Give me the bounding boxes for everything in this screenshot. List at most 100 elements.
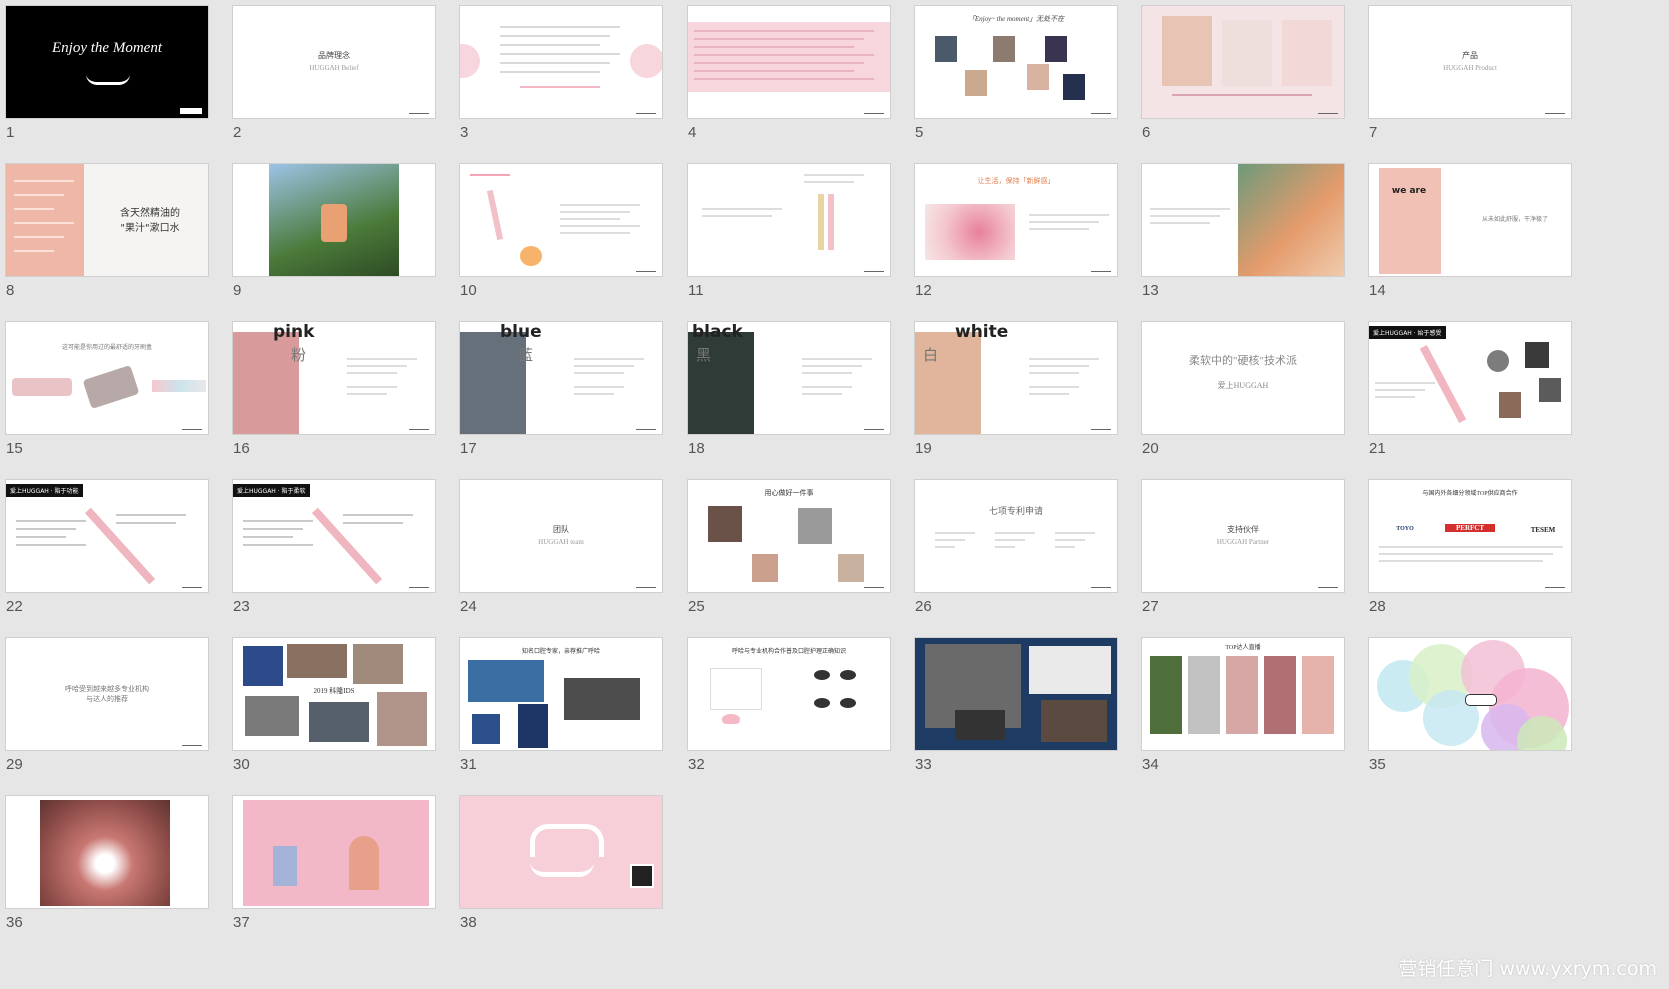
slide-preview[interactable] xyxy=(1368,637,1572,751)
slide-preview[interactable] xyxy=(232,795,436,909)
text-line xyxy=(500,35,610,37)
color-cn: 粉 xyxy=(291,346,307,364)
slide-preview[interactable]: 让生活，保持「新鲜感」 xyxy=(914,163,1118,277)
slide-preview[interactable] xyxy=(232,163,436,277)
slide-preview[interactable]: we are 从未如此舒服，干净极了 xyxy=(1368,163,1572,277)
slide-number: 6 xyxy=(1142,124,1151,141)
text-line xyxy=(804,181,854,183)
slide-preview[interactable]: blue 蓝 xyxy=(459,321,663,435)
text-line xyxy=(347,393,387,395)
text-line xyxy=(1055,532,1095,534)
slide-preview[interactable]: 知名口腔专家，亲荐推广呼哈 xyxy=(459,637,663,751)
slide-thumbnail-32[interactable]: 呼哈与专业机构合作普及口腔护理正确知识 32 xyxy=(682,632,892,792)
slide-preview[interactable]: TOP达人直播 xyxy=(1141,637,1345,751)
slide-thumbnail-15[interactable]: 这可能是你用过的最舒适的牙刷盒 15 xyxy=(0,316,210,476)
slide-title: 这可能是你用过的最舒适的牙刷盒 xyxy=(61,345,152,351)
slide-preview[interactable]: 爱上HUGGAH · 陷于功能 xyxy=(5,479,209,593)
slide-preview[interactable]: 支持伙伴 HUGGAH Partner xyxy=(1141,479,1345,593)
slide-preview[interactable]: 这可能是你用过的最舒适的牙刷盒 xyxy=(5,321,209,435)
slide-thumbnail-1[interactable]: Enjoy the Moment 1 xyxy=(0,0,210,160)
slide-thumbnail-20[interactable]: 柔软中的"硬核"技术派 爱上HUGGAH 20 xyxy=(1136,316,1346,476)
slide-preview[interactable] xyxy=(459,163,663,277)
slide-thumbnail-30[interactable]: 2019 科隆IDS 30 xyxy=(227,632,437,792)
slide-thumbnail-37[interactable]: 37 xyxy=(227,790,437,950)
slide-preview[interactable]: 爱上HUGGAH · 始于感受 xyxy=(1368,321,1572,435)
slide-thumbnail-6[interactable]: 6 xyxy=(1136,0,1346,160)
slide-thumbnail-10[interactable]: 10 xyxy=(454,158,664,318)
koelnmesse-photo xyxy=(245,696,299,736)
slide-thumbnail-25[interactable]: 用心做好一件事 25 xyxy=(682,474,892,634)
slide-thumbnail-27[interactable]: 支持伙伴 HUGGAH Partner 27 xyxy=(1136,474,1346,634)
slide-preview[interactable]: 团队 HUGGAH team xyxy=(459,479,663,593)
text-line xyxy=(702,208,782,210)
slide-preview[interactable]: 含天然精油的 "果汁"漱口水 xyxy=(5,163,209,277)
slide-preview[interactable]: 呼哈受到越来越多专业机构 与达人的推荐 xyxy=(5,637,209,751)
slide-preview[interactable]: 品牌理念 HUGGAH Belief xyxy=(232,5,436,119)
kol-photo-4 xyxy=(1302,656,1334,734)
slide-preview[interactable]: Enjoy the Moment xyxy=(5,5,209,119)
slide-thumbnail-2[interactable]: 品牌理念 HUGGAH Belief 2 xyxy=(227,0,437,160)
text-line xyxy=(243,520,313,522)
slide-preview[interactable]: black 黑 xyxy=(687,321,891,435)
slide-thumbnail-17[interactable]: blue 蓝 17 xyxy=(454,316,664,476)
section-title: 团队 xyxy=(553,525,569,534)
slide-thumbnail-29[interactable]: 呼哈受到越来越多专业机构 与达人的推荐 29 xyxy=(0,632,210,792)
slide-thumbnail-24[interactable]: 团队 HUGGAH team 24 xyxy=(454,474,664,634)
slide-preview[interactable] xyxy=(459,795,663,909)
text-line xyxy=(1055,539,1085,541)
text-line xyxy=(1375,389,1425,391)
photo-0 xyxy=(935,36,957,62)
slide-thumbnail-26[interactable]: 七项专利申请 26 xyxy=(909,474,1119,634)
slide-preview[interactable] xyxy=(687,5,891,119)
slide-thumbnail-18[interactable]: black 黑 18 xyxy=(682,316,892,476)
slide-thumbnail-3[interactable]: 3 xyxy=(454,0,664,160)
slide-preview[interactable]: 呼哈与专业机构合作普及口腔护理正确知识 xyxy=(687,637,891,751)
slide-thumbnail-9[interactable]: 9 xyxy=(227,158,437,318)
text-line xyxy=(1375,396,1415,398)
slide-preview[interactable] xyxy=(914,637,1118,751)
slide-preview[interactable]: white 白 xyxy=(914,321,1118,435)
slide-thumbnail-22[interactable]: 爱上HUGGAH · 陷于功能 22 xyxy=(0,474,210,634)
slide-preview[interactable] xyxy=(1141,5,1345,119)
slide-preview[interactable]: 「Enjoy~ the moment」无处不在 xyxy=(914,5,1118,119)
slide-thumbnail-21[interactable]: 爱上HUGGAH · 始于感受 21 xyxy=(1363,316,1573,476)
text-line xyxy=(1055,546,1075,548)
slide-thumbnail-11[interactable]: 11 xyxy=(682,158,892,318)
slide-thumbnail-7[interactable]: 产品 HUGGAH Product 7 xyxy=(1363,0,1573,160)
slide-preview[interactable]: 用心做好一件事 xyxy=(687,479,891,593)
slide-thumbnail-28[interactable]: 与国内外各细分领域TOP供应商合作 TOYO PERFCT TESEM 28 xyxy=(1363,474,1573,634)
slide-preview[interactable]: 七项专利申请 xyxy=(914,479,1118,593)
slide-thumbnail-5[interactable]: 「Enjoy~ the moment」无处不在 5 xyxy=(909,0,1119,160)
slide-preview[interactable]: pink 粉 xyxy=(232,321,436,435)
slide-thumbnail-35[interactable]: 35 xyxy=(1363,632,1573,792)
tips-card xyxy=(710,668,762,710)
slide-thumbnail-12[interactable]: 让生活，保持「新鲜感」 12 xyxy=(909,158,1119,318)
slide-thumbnail-4[interactable]: 4 xyxy=(682,0,892,160)
slide-number: 20 xyxy=(1142,440,1159,457)
slide-preview[interactable]: 与国内外各细分领域TOP供应商合作 TOYO PERFCT TESEM xyxy=(1368,479,1572,593)
slide-preview[interactable] xyxy=(459,5,663,119)
slide-preview[interactable]: 爱上HUGGAH · 陷于柔软 xyxy=(232,479,436,593)
slide-thumbnail-36[interactable]: 36 xyxy=(0,790,210,950)
slide-thumbnail-14[interactable]: we are 从未如此舒服，干净极了 14 xyxy=(1363,158,1573,318)
slide-thumbnail-13[interactable]: 13 xyxy=(1136,158,1346,318)
ids-photo xyxy=(243,646,283,686)
text-line xyxy=(1029,214,1109,216)
slide-preview[interactable]: 产品 HUGGAH Product xyxy=(1368,5,1572,119)
slide-preview[interactable] xyxy=(687,163,891,277)
slide-preview[interactable]: 柔软中的"硬核"技术派 爱上HUGGAH xyxy=(1141,321,1345,435)
slide-thumbnail-31[interactable]: 知名口腔专家，亲荐推广呼哈 31 xyxy=(454,632,664,792)
slide-thumbnail-33[interactable]: 33 xyxy=(909,632,1119,792)
text-line xyxy=(16,520,86,522)
slide-thumbnail-8[interactable]: 含天然精油的 "果汁"漱口水 8 xyxy=(0,158,210,318)
slide-preview[interactable] xyxy=(5,795,209,909)
slide-thumbnail-19[interactable]: white 白 19 xyxy=(909,316,1119,476)
slide-preview[interactable]: 2019 科隆IDS xyxy=(232,637,436,751)
slide-title: 含天然精油的 "果汁"漱口水 xyxy=(120,208,180,234)
slide-thumbnail-38[interactable]: 38 xyxy=(454,790,664,950)
slide-thumbnail-16[interactable]: pink 粉 16 xyxy=(227,316,437,476)
slide-preview[interactable] xyxy=(1141,163,1345,277)
slide-thumbnail-34[interactable]: TOP达人直播 34 xyxy=(1136,632,1346,792)
slide-thumbnail-23[interactable]: 爱上HUGGAH · 陷于柔软 23 xyxy=(227,474,437,634)
product-photo xyxy=(1238,164,1344,276)
